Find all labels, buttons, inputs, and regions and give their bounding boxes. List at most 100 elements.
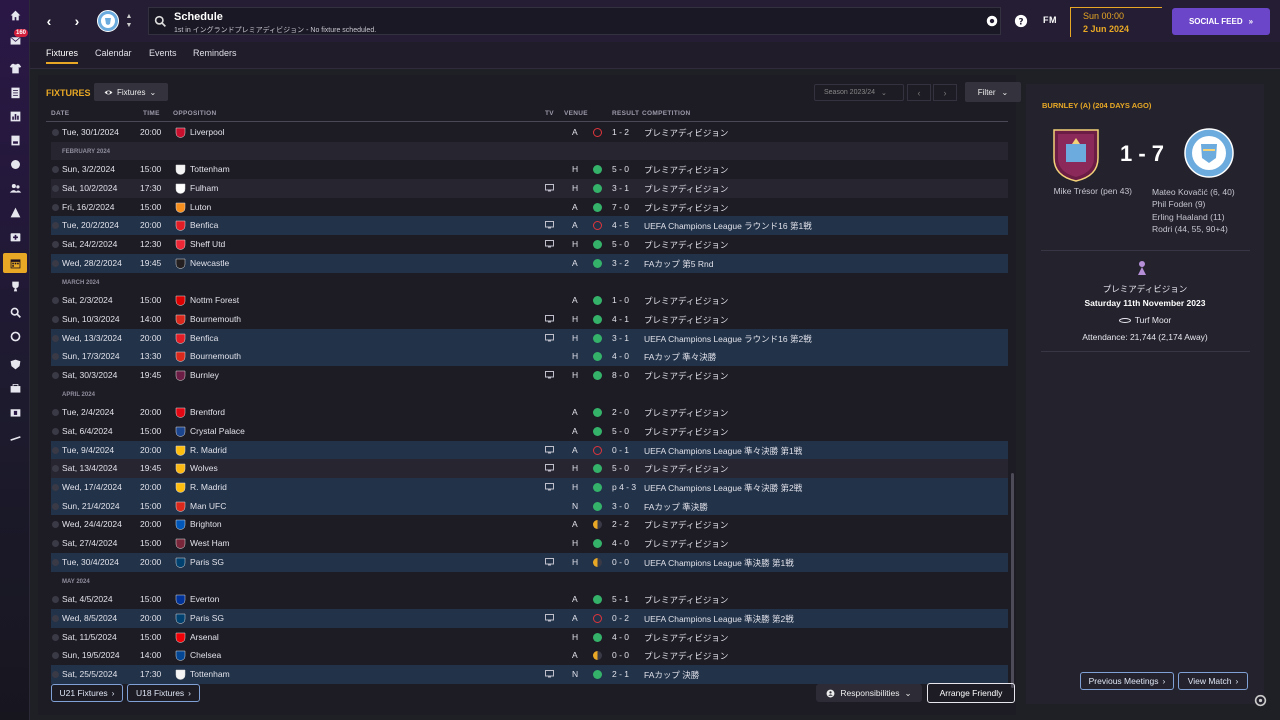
opponent-name[interactable]: Tottenham <box>190 164 230 174</box>
opponent-name[interactable]: Wolves <box>190 463 218 473</box>
opponent-crest-icon[interactable] <box>175 183 186 194</box>
opponent-crest-icon[interactable] <box>175 501 186 512</box>
fixture-row[interactable]: Wed, 13/3/2024 20:00 Benfica H 3 - 1 UEFA Cha… <box>51 328 1008 348</box>
finances-icon[interactable] <box>3 378 27 398</box>
settings-icon[interactable] <box>1254 694 1267 707</box>
opponent-crest-icon[interactable] <box>175 669 186 680</box>
fixture-score[interactable]: p 4 - 3 <box>612 482 636 492</box>
row-select-dot[interactable] <box>52 540 59 548</box>
tactics-clipboard-icon[interactable] <box>3 82 27 102</box>
fixture-score[interactable]: 3 - 0 <box>612 501 629 511</box>
opponent-crest-icon[interactable] <box>175 482 186 493</box>
opponent-name[interactable]: Liverpool <box>190 127 225 137</box>
opponent-crest-icon[interactable] <box>175 519 186 531</box>
fixture-score[interactable]: 5 - 0 <box>612 239 629 249</box>
col-opposition[interactable]: OPPOSITION <box>173 110 216 117</box>
fixture-row[interactable]: Sat, 11/5/2024 15:00 Arsenal H 4 - 0 プレミアディビジ… <box>51 628 1008 647</box>
schedule-calendar-icon[interactable] <box>3 253 27 273</box>
opponent-crest-icon[interactable] <box>175 239 186 250</box>
row-select-dot[interactable] <box>52 334 59 342</box>
opponent-name[interactable]: Crystal Palace <box>190 426 245 436</box>
social-feed-button[interactable]: SOCIAL FEED » <box>1172 8 1270 35</box>
fixture-row[interactable]: Sun, 21/4/2024 15:00 Man UFC N 3 - 0 FAカップ 準決… <box>51 496 1008 516</box>
col-competition[interactable]: COMPETITION <box>642 110 690 117</box>
fixture-score[interactable]: 2 - 1 <box>612 669 629 679</box>
row-select-dot[interactable] <box>52 596 59 604</box>
row-select-dot[interactable] <box>52 614 59 622</box>
opponent-name[interactable]: Luton <box>190 202 211 212</box>
row-select-dot[interactable] <box>52 633 59 641</box>
opponent-crest-icon[interactable] <box>175 538 186 549</box>
filter-button[interactable]: Filter ⌄ <box>965 82 1021 102</box>
fixture-score[interactable]: 0 - 1 <box>612 445 629 455</box>
row-select-dot[interactable] <box>52 129 59 136</box>
man-city-crest-icon[interactable] <box>1184 128 1234 178</box>
row-select-dot[interactable] <box>52 670 59 678</box>
training-icon[interactable] <box>3 202 27 222</box>
fixture-row[interactable]: Sat, 30/3/2024 19:45 Burnley H 8 - 0 プレミアディビジ… <box>51 366 1008 385</box>
row-select-dot[interactable] <box>52 166 59 174</box>
fixture-score[interactable]: 4 - 0 <box>612 538 629 548</box>
opponent-name[interactable]: Arsenal <box>190 632 219 642</box>
opponent-crest-icon[interactable] <box>175 463 186 475</box>
row-select-dot[interactable] <box>52 241 59 249</box>
opponent-crest-icon[interactable] <box>175 333 186 344</box>
medical-icon[interactable] <box>3 226 27 246</box>
fixture-row[interactable]: Tue, 9/4/2024 20:00 R. Madrid A 0 - 1 UEFA Ch… <box>51 440 1008 460</box>
back-arrow-icon[interactable]: ‹ <box>40 11 58 31</box>
fixture-row[interactable]: Sat, 6/4/2024 15:00 Crystal Palace A 5 - 0 プレ… <box>51 422 1008 441</box>
fixture-row[interactable]: Sat, 4/5/2024 15:00 Everton A 5 - 1 プレミアディビジョ… <box>51 590 1008 609</box>
data-hub-icon[interactable] <box>3 106 27 126</box>
row-select-dot[interactable] <box>52 353 59 361</box>
fixture-score[interactable]: 4 - 1 <box>612 314 629 324</box>
opponent-name[interactable]: Bournemouth <box>190 351 241 361</box>
fixture-row[interactable]: Tue, 30/4/2024 20:00 Paris SG H 0 - 0 UEFA Ch… <box>51 552 1008 572</box>
row-select-dot[interactable] <box>52 222 59 230</box>
row-select-dot[interactable] <box>52 521 59 529</box>
fixture-score[interactable]: 3 - 2 <box>612 258 629 268</box>
opponent-name[interactable]: Tottenham <box>190 669 230 679</box>
game-date-box[interactable]: Sun 00:00 2 Jun 2024 <box>1070 7 1162 37</box>
row-select-dot[interactable] <box>52 465 59 473</box>
opponent-crest-icon[interactable] <box>175 295 186 306</box>
fixture-row[interactable]: Sun, 3/2/2024 15:00 Tottenham H 5 - 0 プレミアディビ… <box>51 160 1008 179</box>
row-select-dot[interactable] <box>52 446 59 454</box>
fixture-row[interactable]: Sat, 25/5/2024 17:30 Tottenham N 2 - 1 FAカップ … <box>51 664 1008 684</box>
row-select-dot[interactable] <box>52 409 59 417</box>
fixture-score[interactable]: 4 - 0 <box>612 632 629 642</box>
tab-reminders[interactable]: Reminders <box>193 48 237 62</box>
fixture-score[interactable]: 5 - 0 <box>612 426 629 436</box>
tab-events[interactable]: Events <box>149 48 177 62</box>
club-switch-chevron-icon[interactable]: ▲ ▼ <box>124 12 134 32</box>
fixture-score[interactable]: 0 - 2 <box>612 613 629 623</box>
opponent-name[interactable]: R. Madrid <box>190 482 227 492</box>
col-time[interactable]: TIME <box>143 110 160 117</box>
fixture-row[interactable]: Wed, 24/4/2024 20:00 Brighton A 2 - 2 プレミアディビ… <box>51 515 1008 534</box>
row-select-dot[interactable] <box>52 484 59 492</box>
opponent-name[interactable]: Benfica <box>190 220 218 230</box>
opponent-crest-icon[interactable] <box>175 202 186 213</box>
transfers-icon[interactable] <box>3 326 27 346</box>
fixture-row[interactable]: Sat, 10/2/2024 17:30 Fulham H 3 - 1 プレミアディビジョ… <box>51 179 1008 198</box>
help-icon[interactable]: ? <box>1013 13 1029 29</box>
fixture-score[interactable]: 2 - 2 <box>612 519 629 529</box>
row-select-dot[interactable] <box>52 203 59 211</box>
opponent-crest-icon[interactable] <box>175 632 186 643</box>
inbox-icon[interactable]: 160 <box>3 29 28 50</box>
home-icon[interactable] <box>3 5 27 25</box>
opponent-crest-icon[interactable] <box>175 407 186 419</box>
page-title-box[interactable]: Schedule 1st in イングランドプレミアディビジョン - No fi… <box>148 7 1001 35</box>
opponent-name[interactable]: Paris SG <box>190 557 224 567</box>
fixture-score[interactable]: 0 - 0 <box>612 650 629 660</box>
fixture-row[interactable]: Wed, 8/5/2024 20:00 Paris SG A 0 - 2 UEFA Cha… <box>51 608 1008 628</box>
u21-fixtures-button[interactable]: U21 Fixtures › <box>51 684 123 702</box>
col-result[interactable]: RESULT <box>612 110 639 117</box>
opponent-name[interactable]: Burnley <box>190 370 219 380</box>
fixture-row[interactable]: Fri, 16/2/2024 15:00 Luton A 7 - 0 プレミアディビジョン <box>51 198 1008 217</box>
scouting-search-icon[interactable] <box>3 302 27 322</box>
fixture-score[interactable]: 3 - 1 <box>612 333 629 343</box>
col-venue[interactable]: VENUE <box>564 110 588 117</box>
opponent-crest-icon[interactable] <box>175 650 186 662</box>
opponent-name[interactable]: Paris SG <box>190 613 224 623</box>
opponent-crest-icon[interactable] <box>175 164 186 176</box>
